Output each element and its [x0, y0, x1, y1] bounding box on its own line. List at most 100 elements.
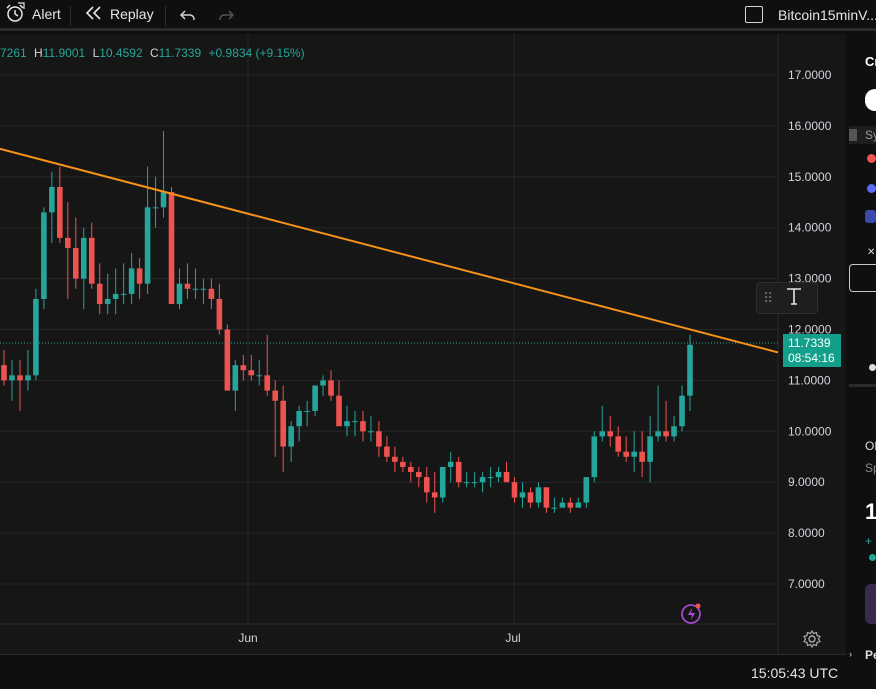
- candle-body: [112, 293, 119, 299]
- candle-body: [272, 390, 279, 401]
- panel-pill-button[interactable]: [865, 89, 876, 111]
- candle-body: [607, 431, 614, 437]
- price-tick-label: 14.0000: [788, 221, 832, 235]
- price-tick-label: 17.0000: [788, 68, 832, 82]
- price-tick-label: 10.0000: [788, 424, 832, 438]
- status-dot: [869, 554, 876, 561]
- undo-icon[interactable]: [178, 5, 198, 28]
- candle-body: [224, 329, 231, 391]
- price-axis: 17.000016.000015.000014.000013.000012.00…: [788, 68, 832, 591]
- candle-body: [208, 288, 215, 299]
- candle-body: [1, 365, 7, 381]
- candle-body: [408, 466, 414, 473]
- candle-body: [423, 477, 430, 493]
- trendline: [0, 147, 779, 354]
- collapse-chevron-icon[interactable]: ›: [849, 649, 852, 659]
- candle-body: [336, 395, 342, 427]
- low-value: 10.4592: [99, 46, 143, 60]
- candle-body: [328, 380, 334, 396]
- layout-square-icon[interactable]: [745, 6, 763, 23]
- candle-body: [631, 451, 637, 457]
- candle-body: [615, 436, 622, 452]
- close-icon[interactable]: ✕: [867, 247, 875, 258]
- details-sublabel: Sp: [865, 461, 876, 475]
- big-price-partial: 1: [865, 499, 876, 524]
- lightning-icon[interactable]: [680, 601, 704, 630]
- candle-body: [41, 212, 47, 299]
- candle-body: [344, 421, 350, 427]
- candle-body: [447, 461, 454, 467]
- close-value: 11.7339: [158, 46, 202, 60]
- candle-body: [439, 466, 446, 498]
- candle-body: [455, 461, 462, 483]
- gear-icon[interactable]: [803, 629, 821, 653]
- candle-body: [479, 477, 486, 483]
- candle-body: [312, 385, 318, 411]
- candle-body: [17, 375, 23, 381]
- symbol-icon: [867, 184, 876, 193]
- alert-button[interactable]: Alert: [4, 0, 61, 28]
- candle-body: [104, 298, 111, 305]
- candle-body: [176, 283, 183, 305]
- candle-body: [575, 502, 582, 508]
- candle-body: [352, 421, 358, 423]
- trendline-line: [0, 147, 779, 354]
- candle-body: [503, 472, 510, 483]
- promo-card[interactable]: [865, 584, 876, 624]
- candle-body: [511, 482, 518, 498]
- price-chart[interactable]: 17.000016.000015.000014.000013.000012.00…: [0, 34, 846, 654]
- close-label: C: [149, 46, 159, 60]
- candle-body: [519, 492, 526, 498]
- bottom-status-bar: 15:05:43 UTC: [0, 654, 846, 689]
- candle-body: [160, 192, 167, 208]
- candle-body: [487, 477, 494, 479]
- open-value: 7261: [0, 46, 27, 60]
- candle-body: [527, 492, 534, 503]
- candle-body: [216, 298, 223, 330]
- candle-body: [256, 375, 263, 377]
- candle-body: [543, 487, 550, 508]
- replay-button[interactable]: Replay: [84, 0, 154, 28]
- candle-body: [368, 431, 374, 433]
- bar-countdown: 08:54:16: [788, 351, 835, 365]
- candle-body: [232, 365, 239, 391]
- layout-name[interactable]: Bitcoin15minV...: [778, 7, 876, 23]
- candle-body: [9, 375, 15, 381]
- redo-icon[interactable]: [216, 5, 236, 28]
- candle-body: [679, 395, 685, 427]
- candle-body: [49, 186, 55, 213]
- candle-body: [655, 431, 661, 437]
- candle-body: [320, 380, 326, 386]
- panel-title-partial: Cr: [865, 54, 876, 69]
- candle-body: [296, 410, 302, 427]
- chart-pane[interactable]: 17.0000 16.0000 15.0000 14.0000 13.0000 12.00…: [0, 34, 846, 654]
- toolbar-divider: [165, 6, 166, 26]
- price-tick-label: 11.0000: [788, 373, 831, 387]
- candle-body: [400, 461, 406, 467]
- symbol-icon: [867, 154, 876, 163]
- candle-body: [591, 436, 598, 478]
- alert-label: Alert: [32, 6, 61, 22]
- text-tool-icon[interactable]: [785, 286, 803, 311]
- grid-lines: [0, 34, 779, 654]
- candle-body: [200, 288, 207, 290]
- candle-body: [392, 456, 398, 462]
- column-label: Sy: [865, 128, 876, 142]
- candle-body: [687, 344, 693, 396]
- candle-body: [96, 283, 103, 305]
- utc-clock[interactable]: 15:05:43 UTC: [751, 665, 838, 681]
- candle-body: [57, 186, 63, 238]
- candle-body: [415, 472, 422, 478]
- price-tick-label: 9.0000: [788, 475, 825, 489]
- candle-body: [120, 293, 127, 295]
- candle-body: [639, 451, 645, 462]
- candle-body: [360, 421, 366, 432]
- candle-body: [376, 431, 382, 447]
- selected-watchlist-row[interactable]: [849, 264, 876, 292]
- candle-body: [25, 375, 31, 381]
- replay-label: Replay: [110, 6, 154, 22]
- candle-body: [535, 487, 542, 503]
- floating-drawing-toolbar: ⠿: [756, 282, 818, 314]
- last-price-label: 11.7339 08:54:16: [783, 334, 841, 367]
- drag-handle-icon[interactable]: ⠿: [763, 290, 773, 307]
